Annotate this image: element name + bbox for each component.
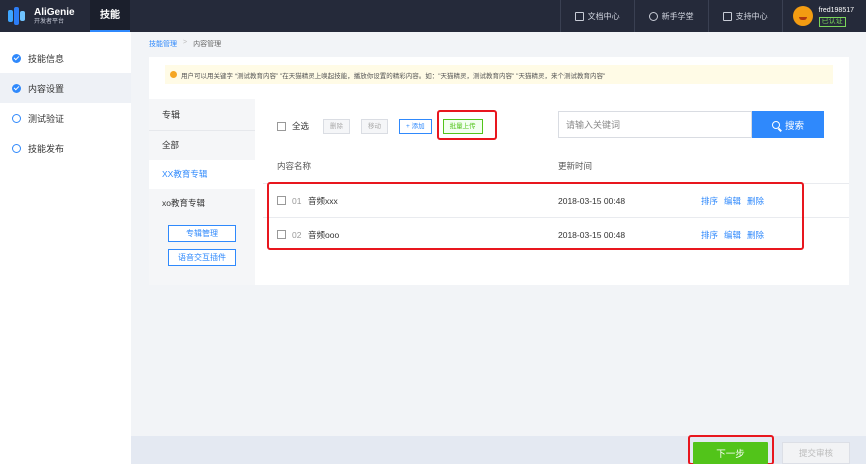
next-step-button[interactable]: 下一步 (693, 442, 768, 464)
search-button-label: 搜索 (784, 120, 804, 132)
notice-text: 用户可以用关键字 “测试教育内容” "在天猫精灵上唤起技能，播放你设置的精彩内容… (181, 72, 606, 80)
sidebar-item-label: 技能发布 (28, 143, 65, 154)
verified-badge: 已认证 (818, 16, 846, 27)
breadcrumb-separator: > (183, 39, 188, 46)
album-item-xo-education[interactable]: xo教育专辑 (149, 189, 255, 218)
step-done-icon (12, 53, 21, 63)
breadcrumb-skill-management[interactable]: 技能管理 (149, 39, 177, 49)
breadcrumb-current: 内容管理 (193, 41, 222, 48)
compass-icon (648, 11, 658, 21)
delete-button[interactable]: 删除 (323, 118, 351, 134)
column-header-name: 内容名称 (277, 161, 312, 171)
table-header: 内容名称 更新时间 (263, 149, 849, 183)
warning-icon (170, 71, 177, 78)
top-navigation-bar: AliGenie 开发者平台 技能 文档中心 新手学堂 支持中心 fred198… (0, 0, 866, 32)
sidebar-item-test-verify[interactable]: 测试验证 (0, 103, 131, 133)
batch-upload-highlight (437, 110, 497, 140)
notice-banner: 用户可以用关键字 “测试教育内容” "在天猫精灵上唤起技能，播放你设置的精彩内容… (165, 65, 833, 84)
search-input[interactable] (558, 111, 752, 138)
step-done-icon (12, 83, 21, 93)
beginner-school-label: 新手学堂 (661, 11, 694, 21)
voice-plugin-button[interactable]: 语音交互插件 (168, 249, 236, 266)
rows-highlight (267, 182, 804, 250)
sidebar-item-label: 测试验证 (28, 113, 65, 124)
aligenie-logo[interactable]: AliGenie 开发者平台 (0, 6, 90, 26)
sidebar-item-content-settings[interactable]: 内容设置 (0, 73, 131, 103)
sidebar-item-label: 内容设置 (28, 83, 65, 94)
support-center-link[interactable]: 支持中心 (707, 0, 782, 32)
step-pending-icon (12, 143, 21, 153)
select-all-label: 全选 (292, 121, 310, 131)
submit-review-button[interactable]: 提交审核 (782, 442, 850, 464)
sidebar: 技能信息 内容设置 测试验证 技能发布 (0, 32, 131, 464)
username: fred198517 (818, 6, 854, 14)
album-panel-title: 专辑 (149, 99, 255, 131)
nav-tab-skills[interactable]: 技能 (90, 0, 130, 32)
search-button[interactable]: 搜索 (752, 111, 824, 138)
avatar[interactable] (792, 6, 813, 26)
step-pending-icon (12, 113, 21, 123)
sidebar-item-skill-publish[interactable]: 技能发布 (0, 133, 131, 163)
docs-center-link[interactable]: 文档中心 (559, 0, 634, 32)
aligenie-logo-icon (8, 6, 28, 26)
column-header-time: 更新时间 (558, 161, 593, 171)
search-bar: 搜索 (558, 111, 824, 138)
search-icon (771, 120, 780, 129)
add-button[interactable]: + 添加 (399, 118, 432, 134)
checkbox-icon[interactable] (277, 121, 286, 131)
breadcrumb: 技能管理 > 内容管理 (149, 39, 221, 49)
brand-name: AliGenie (34, 6, 75, 18)
select-all-checkbox[interactable]: 全选 (277, 120, 309, 132)
album-panel: 专辑 全部 XX教育专辑 xo教育专辑 专辑管理 语音交互插件 (149, 99, 255, 285)
docs-center-label: 文档中心 (587, 11, 620, 21)
album-item-all[interactable]: 全部 (149, 131, 255, 160)
support-center-label: 支持中心 (735, 11, 768, 21)
album-item-xx-education[interactable]: XX教育专辑 (149, 160, 255, 189)
support-icon (722, 11, 732, 21)
sidebar-item-skill-info[interactable]: 技能信息 (0, 43, 131, 73)
user-menu[interactable]: fred198517 已认证 (781, 0, 866, 32)
beginner-school-link[interactable]: 新手学堂 (633, 0, 708, 32)
brand-subtitle: 开发者平台 (34, 18, 65, 25)
document-icon (574, 11, 584, 21)
album-manage-button[interactable]: 专辑管理 (168, 225, 236, 242)
move-button[interactable]: 移动 (361, 118, 389, 134)
footer-bar: 下一步 提交审核 (131, 435, 866, 464)
sidebar-item-label: 技能信息 (28, 53, 65, 64)
content-card: 用户可以用关键字 “测试教育内容” "在天猫精灵上唤起技能，播放你设置的精彩内容… (149, 57, 849, 285)
